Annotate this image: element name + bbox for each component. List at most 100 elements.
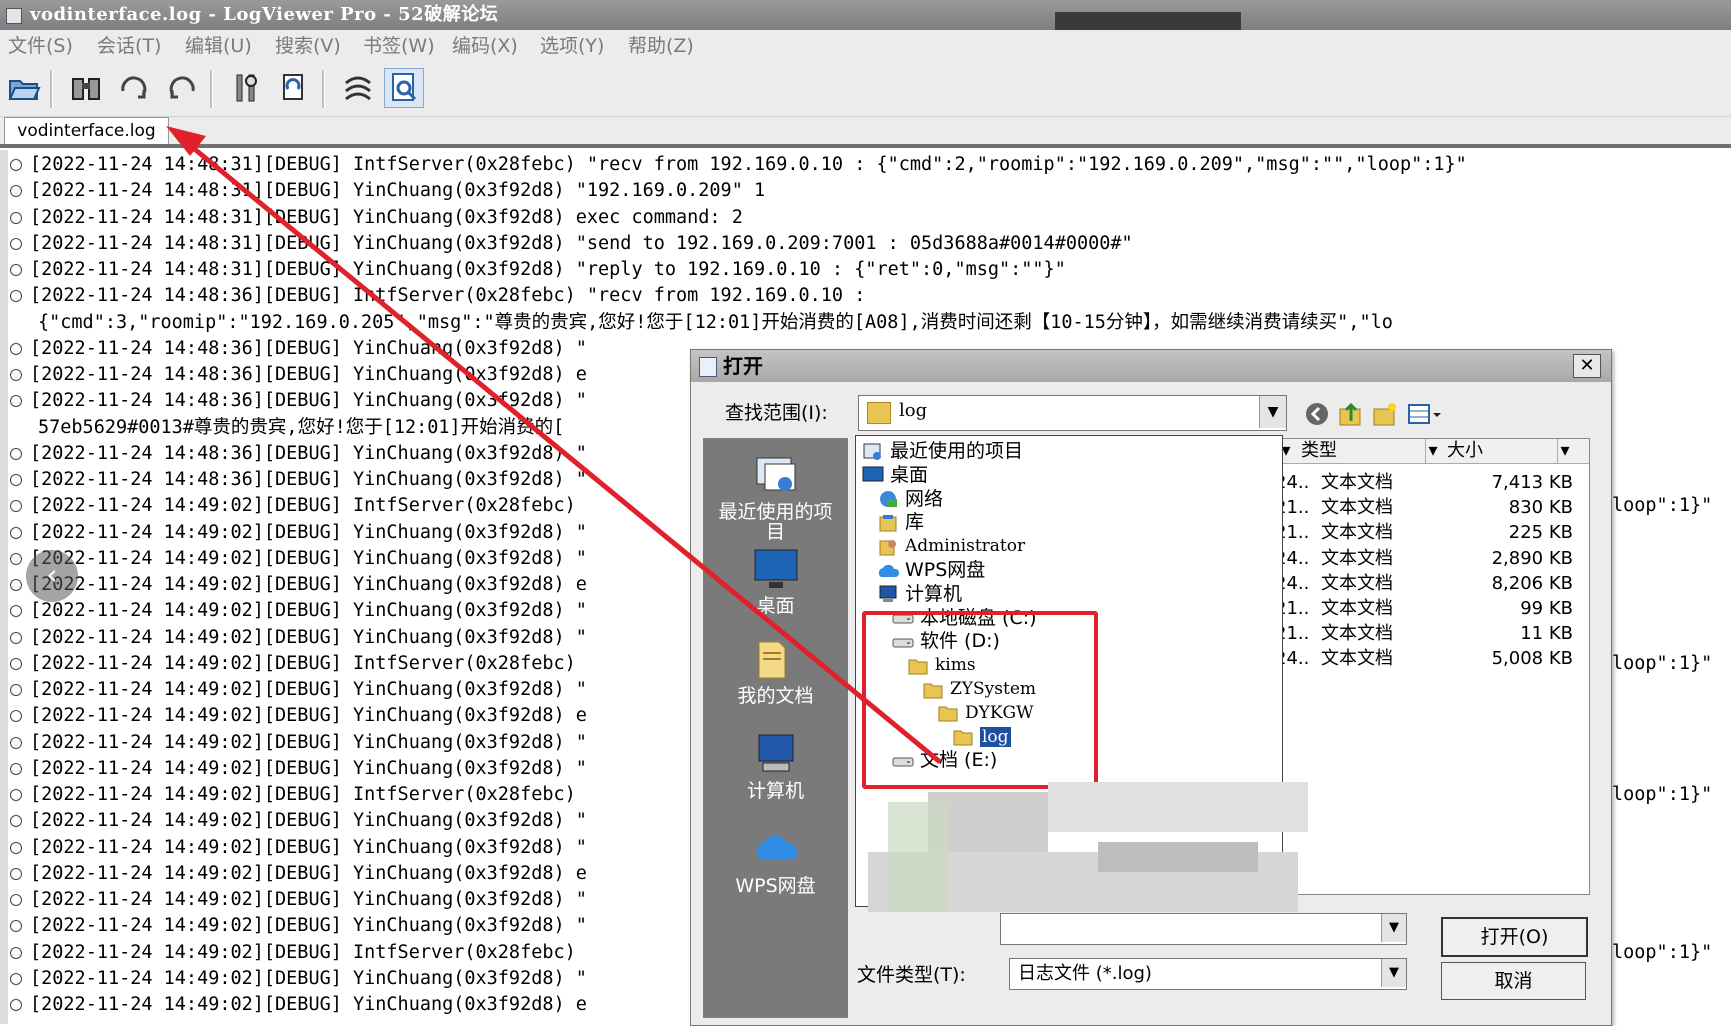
place-label: 最近使用的项目 xyxy=(718,501,833,543)
log-text: [2022-11-24 14:48:36][DEBUG] IntfServer(… xyxy=(30,285,866,307)
cancel-button[interactable]: 取消 xyxy=(1441,962,1586,1000)
tab-vodinterface-log[interactable]: vodinterface.log xyxy=(4,117,169,145)
log-line[interactable]: [2022-11-24 14:49:02][DEBUG] YinChuang(0… xyxy=(8,703,587,729)
find-next-button[interactable] xyxy=(114,68,154,108)
log-text: [2022-11-24 14:49:02][DEBUG] YinChuang(0… xyxy=(30,836,587,858)
place-wps-cloud[interactable]: WPS网盘 xyxy=(703,828,848,896)
menu-item[interactable]: 编辑(U) xyxy=(185,30,252,62)
find-previous-button[interactable] xyxy=(162,68,202,108)
reload-button[interactable] xyxy=(274,68,314,108)
back-button[interactable] xyxy=(1303,400,1331,428)
dropdown-arrow-icon[interactable]: ▼ xyxy=(1381,914,1406,942)
tree-item[interactable]: 网络 xyxy=(877,486,943,512)
column-dropdown-icon[interactable]: ▾ xyxy=(1557,439,1572,463)
log-line[interactable]: [2022-11-24 14:49:02][DEBUG] YinChuang(0… xyxy=(8,546,587,572)
log-line[interactable]: [2022-11-24 14:49:02][DEBUG] YinChuang(0… xyxy=(8,572,587,598)
log-line[interactable]: [2022-11-24 14:49:02][DEBUG] YinChuang(0… xyxy=(8,756,587,782)
log-line[interactable]: [2022-11-24 14:48:36][DEBUG] YinChuang(0… xyxy=(8,441,587,467)
up-folder-button[interactable] xyxy=(1337,400,1365,428)
file-size: 8,206 KB xyxy=(1491,572,1573,594)
file-row[interactable]: 21...文本文档225 KB xyxy=(1275,519,1589,546)
log-line[interactable]: [2022-11-24 14:49:02][DEBUG] IntfServer(… xyxy=(8,493,576,519)
tree-item[interactable]: 桌面 xyxy=(862,462,928,488)
dropdown-arrow-icon[interactable]: ▼ xyxy=(1381,959,1406,987)
log-line[interactable]: [2022-11-24 14:49:02][DEBUG] YinChuang(0… xyxy=(8,625,587,651)
menu-item[interactable]: 文件(S) xyxy=(8,30,73,62)
log-line[interactable]: [2022-11-24 14:48:36][DEBUG] YinChuang(0… xyxy=(8,467,587,493)
place-documents[interactable]: 我的文档 xyxy=(703,638,848,706)
log-line[interactable]: [2022-11-24 14:49:02][DEBUG] IntfServer(… xyxy=(8,651,576,677)
open-folder-icon xyxy=(8,80,41,100)
filetype-select[interactable]: 日志文件 (*.log) ▼ xyxy=(1009,958,1407,990)
log-line[interactable]: [2022-11-24 14:48:31][DEBUG] YinChuang(0… xyxy=(8,178,765,204)
log-line[interactable]: [2022-11-24 14:49:02][DEBUG] IntfServer(… xyxy=(8,782,576,808)
file-size: 5,008 KB xyxy=(1491,648,1573,670)
find-next-icon xyxy=(121,76,147,99)
look-in-combo[interactable]: log ▼ xyxy=(858,395,1287,431)
file-row[interactable]: 24...文本文档8,206 KB xyxy=(1275,570,1589,597)
column-size[interactable]: 大小 xyxy=(1447,439,1483,463)
log-line[interactable]: [2022-11-24 14:49:02][DEBUG] YinChuang(0… xyxy=(8,677,587,703)
log-line[interactable]: [2022-11-24 14:49:02][DEBUG] YinChuang(0… xyxy=(8,992,587,1018)
log-line[interactable]: [2022-11-24 14:49:02][DEBUG] YinChuang(0… xyxy=(8,835,587,861)
place-desktop[interactable]: 桌面 xyxy=(703,548,848,616)
open-button[interactable]: 打开(O) xyxy=(1441,917,1588,957)
log-line[interactable]: [2022-11-24 14:49:02][DEBUG] YinChuang(0… xyxy=(8,808,587,834)
file-row[interactable]: 21...文本文档99 KB xyxy=(1275,595,1589,622)
menu-item[interactable]: 编码(X) xyxy=(452,30,518,62)
new-folder-button[interactable] xyxy=(1371,400,1399,428)
menu-item[interactable]: 会话(T) xyxy=(97,30,161,62)
file-row[interactable]: 24...文本文档2,890 KB xyxy=(1275,545,1589,572)
tree-item[interactable]: WPS网盘 xyxy=(877,557,985,583)
log-line-tail: loop":1}" xyxy=(1612,784,1713,805)
scroll-left-button[interactable]: ‹ xyxy=(26,550,78,602)
log-line[interactable]: [2022-11-24 14:49:02][DEBUG] YinChuang(0… xyxy=(8,520,587,546)
file-row[interactable]: 24...文本文档7,413 KB xyxy=(1275,469,1589,496)
file-row[interactable]: 21...文本文档830 KB xyxy=(1275,494,1589,521)
tree-item[interactable]: 计算机 xyxy=(877,581,962,607)
log-line[interactable]: [2022-11-24 14:49:02][DEBUG] IntfServer(… xyxy=(8,940,576,966)
place-computer[interactable]: 计算机 xyxy=(703,733,848,801)
open-folder-button[interactable] xyxy=(4,68,44,108)
log-line[interactable]: {"cmd":3,"roomip":"192.169.0.205","msg":… xyxy=(8,310,1393,336)
tree-item[interactable]: 库 xyxy=(877,509,924,535)
settings-button[interactable] xyxy=(226,68,266,108)
menu-item[interactable]: 搜索(V) xyxy=(275,30,341,62)
tree-item[interactable]: Administrator xyxy=(877,533,1025,559)
log-line[interactable]: [2022-11-24 14:48:31][DEBUG] IntfServer(… xyxy=(8,152,1467,178)
log-text: {"cmd":3,"roomip":"192.169.0.205","msg":… xyxy=(38,311,1393,333)
log-line[interactable]: [2022-11-24 14:48:36][DEBUG] IntfServer(… xyxy=(8,283,865,309)
log-line[interactable]: [2022-11-24 14:48:31][DEBUG] YinChuang(0… xyxy=(8,257,1066,283)
tree-item[interactable]: 最近使用的项目 xyxy=(862,438,1023,464)
menu-item[interactable]: 帮助(Z) xyxy=(628,30,694,62)
column-dropdown-icon[interactable]: ▾ xyxy=(1425,439,1440,463)
file-row[interactable]: 21...文本文档11 KB xyxy=(1275,620,1589,647)
filename-input[interactable]: ▼ xyxy=(1000,913,1407,945)
log-line[interactable]: [2022-11-24 14:48:31][DEBUG] YinChuang(0… xyxy=(8,231,1133,257)
log-line[interactable]: [2022-11-24 14:49:02][DEBUG] YinChuang(0… xyxy=(8,966,587,992)
log-line[interactable]: [2022-11-24 14:48:36][DEBUG] YinChuang(0… xyxy=(8,362,587,388)
log-line[interactable]: [2022-11-24 14:48:31][DEBUG] YinChuang(0… xyxy=(8,205,743,231)
log-text: [2022-11-24 14:49:02][DEBUG] YinChuang(0… xyxy=(30,679,587,700)
log-line[interactable]: 57eb5629#0013#尊贵的贵宾,您好!您于[12:01]开始消费的[ xyxy=(8,415,564,441)
open-file-button[interactable] xyxy=(384,68,424,108)
dropdown-arrow-icon[interactable]: ▼ xyxy=(1259,396,1286,428)
place-label: WPS网盘 xyxy=(735,875,816,897)
view-menu-button[interactable] xyxy=(1405,400,1445,428)
auto-scroll-button[interactable] xyxy=(338,68,378,108)
log-line[interactable]: [2022-11-24 14:48:36][DEBUG] YinChuang(0… xyxy=(8,388,587,414)
log-line[interactable]: [2022-11-24 14:49:02][DEBUG] YinChuang(0… xyxy=(8,913,587,939)
log-line[interactable]: [2022-11-24 14:49:02][DEBUG] YinChuang(0… xyxy=(8,861,587,887)
file-row[interactable]: 24...文本文档5,008 KB xyxy=(1275,645,1589,672)
menu-item[interactable]: 书签(W) xyxy=(363,30,435,62)
log-line[interactable]: [2022-11-24 14:49:02][DEBUG] YinChuang(0… xyxy=(8,598,587,624)
log-line[interactable]: [2022-11-24 14:49:02][DEBUG] YinChuang(0… xyxy=(8,887,587,913)
menu-item[interactable]: 选项(Y) xyxy=(540,30,604,62)
log-text: [2022-11-24 14:49:02][DEBUG] IntfServer(… xyxy=(30,495,576,517)
find-button[interactable] xyxy=(66,68,106,108)
place-recent-items[interactable]: 最近使用的项目 xyxy=(703,454,848,542)
column-type[interactable]: 类型 xyxy=(1301,439,1337,463)
log-line[interactable]: [2022-11-24 14:49:02][DEBUG] YinChuang(0… xyxy=(8,730,587,756)
close-button[interactable]: ✕ xyxy=(1573,354,1601,378)
log-line[interactable]: [2022-11-24 14:48:36][DEBUG] YinChuang(0… xyxy=(8,336,587,362)
